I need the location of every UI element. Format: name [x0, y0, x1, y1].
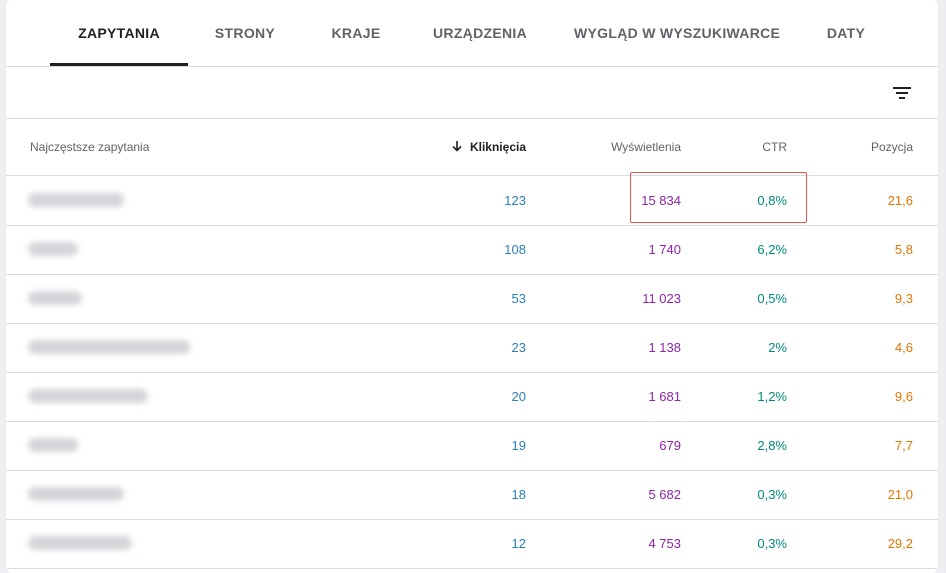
table-row[interactable]: 18 5 682 0,3% 21,0	[6, 470, 938, 520]
cell-ctr: 0,3%	[757, 536, 787, 551]
cell-clicks: 123	[504, 193, 526, 208]
cell-impressions: 1 681	[648, 389, 681, 404]
column-header-position[interactable]: Pozycja	[871, 119, 913, 175]
tab-bar: ZAPYTANIA STRONY KRAJE URZĄDZENIA WYGLĄD…	[6, 0, 938, 67]
tab-wyglad-w-wyszukiwarce[interactable]: WYGLĄD W WYSZUKIWARCE	[574, 0, 780, 66]
blurred-query	[28, 242, 78, 256]
cell-ctr: 2%	[768, 340, 787, 355]
cell-impressions: 1 740	[648, 242, 681, 257]
cell-position: 21,0	[887, 487, 913, 502]
blurred-query	[28, 291, 82, 305]
cell-ctr: 2,8%	[757, 438, 787, 453]
cell-clicks: 19	[511, 438, 526, 453]
table-row[interactable]: 20 1 681 1,2% 9,6	[6, 372, 938, 422]
cell-impressions: 11 023	[642, 291, 681, 306]
column-header-ctr[interactable]: CTR	[762, 119, 787, 175]
column-header-impressions[interactable]: Wyświetlenia	[611, 119, 681, 175]
cell-position: 9,6	[894, 389, 913, 404]
cell-ctr: 1,2%	[757, 389, 787, 404]
active-tab-indicator	[50, 63, 188, 66]
tab-kraje[interactable]: KRAJE	[321, 0, 391, 66]
cell-impressions: 679	[659, 438, 681, 453]
table-row[interactable]: 19 679 2,8% 7,7	[6, 421, 938, 471]
cell-clicks: 23	[511, 340, 526, 355]
blurred-query	[28, 438, 78, 452]
cell-clicks: 108	[504, 242, 526, 257]
cell-ctr: 0,8%	[757, 193, 787, 208]
cell-clicks: 12	[511, 536, 526, 551]
cell-position: 5,8	[894, 242, 913, 257]
cell-clicks: 20	[511, 389, 526, 404]
cell-position: 4,6	[894, 340, 913, 355]
cell-ctr: 0,3%	[757, 487, 787, 502]
tab-strony[interactable]: STRONY	[206, 0, 284, 66]
filter-button[interactable]	[888, 79, 916, 107]
column-header-query[interactable]: Najczęstsze zapytania	[30, 119, 149, 175]
table-row[interactable]: 108 1 740 6,2% 5,8	[6, 225, 938, 275]
cell-position: 21,6	[887, 193, 913, 208]
column-header-clicks[interactable]: Kliknięcia	[450, 119, 526, 175]
table-row[interactable]: 23 1 138 2% 4,6	[6, 323, 938, 373]
cell-ctr: 6,2%	[757, 242, 787, 257]
table-header: Najczęstsze zapytania Kliknięcia Wyświet…	[6, 119, 938, 176]
cell-impressions: 15 834	[641, 193, 681, 208]
filter-icon	[893, 87, 911, 99]
column-header-clicks-label: Kliknięcia	[469, 140, 526, 154]
cell-position: 29,2	[887, 536, 913, 551]
tab-zapytania[interactable]: ZAPYTANIA	[50, 0, 188, 66]
blurred-query	[28, 389, 148, 403]
cell-ctr: 0,5%	[757, 291, 787, 306]
blurred-query	[28, 487, 124, 501]
cell-clicks: 18	[511, 487, 526, 502]
performance-card: ZAPYTANIA STRONY KRAJE URZĄDZENIA WYGLĄD…	[6, 0, 938, 573]
cell-position: 7,7	[894, 438, 913, 453]
table-row[interactable]: 12 4 753 0,3% 29,2	[6, 519, 938, 569]
tab-urzadzenia[interactable]: URZĄDZENIA	[426, 0, 534, 66]
table-toolbar	[6, 67, 938, 119]
arrow-down-icon	[452, 141, 462, 152]
blurred-query	[28, 193, 124, 207]
cell-impressions: 5 682	[648, 487, 681, 502]
blurred-query	[28, 536, 132, 550]
cell-impressions: 4 753	[648, 536, 681, 551]
table-row[interactable]: 53 11 023 0,5% 9,3	[6, 274, 938, 324]
table-row[interactable]: 123 15 834 0,8% 21,6	[6, 176, 938, 226]
cell-clicks: 53	[511, 291, 526, 306]
cell-position: 9,3	[894, 291, 913, 306]
blurred-query	[28, 340, 190, 354]
cell-impressions: 1 138	[648, 340, 681, 355]
tab-daty[interactable]: DATY	[814, 0, 878, 66]
